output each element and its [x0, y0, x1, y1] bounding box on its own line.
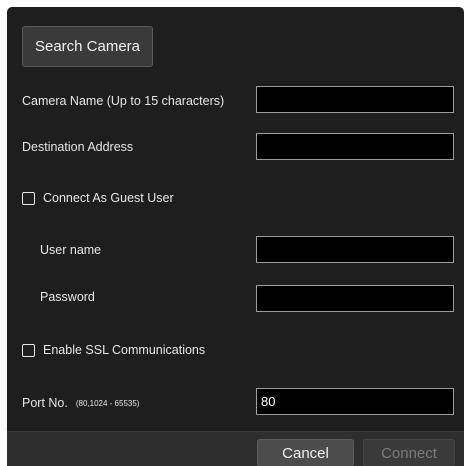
camera-connection-dialog: Search Camera Camera Name (Up to 15 char…	[7, 7, 464, 466]
port-input[interactable]	[256, 388, 454, 415]
user-name-input[interactable]	[256, 236, 454, 263]
user-name-label: User name	[40, 243, 102, 257]
search-camera-button[interactable]: Search Camera	[22, 26, 153, 67]
port-label: Port No.	[22, 396, 68, 410]
cancel-button[interactable]: Cancel	[257, 439, 354, 466]
guest-user-checkbox-row[interactable]: Connect As Guest User	[22, 191, 174, 205]
destination-address-label: Destination Address	[22, 140, 134, 154]
password-label: Password	[40, 290, 95, 304]
password-input[interactable]	[256, 285, 454, 312]
dialog-footer: Cancel Connect	[7, 431, 464, 466]
camera-name-label: Camera Name (Up to 15 characters)	[22, 94, 225, 108]
destination-address-input[interactable]	[256, 133, 454, 160]
connect-button: Connect	[363, 439, 455, 466]
camera-name-input[interactable]	[256, 86, 454, 113]
guest-user-label: Connect As Guest User	[43, 191, 174, 205]
ssl-label: Enable SSL Communications	[43, 343, 206, 357]
ssl-checkbox[interactable]	[22, 343, 35, 357]
guest-user-checkbox[interactable]	[22, 191, 35, 205]
port-range-note: (80,1024 - 65535)	[75, 399, 140, 408]
ssl-checkbox-row[interactable]: Enable SSL Communications	[22, 343, 205, 357]
port-label-row: Port No. (80,1024 - 65535)	[22, 396, 139, 410]
